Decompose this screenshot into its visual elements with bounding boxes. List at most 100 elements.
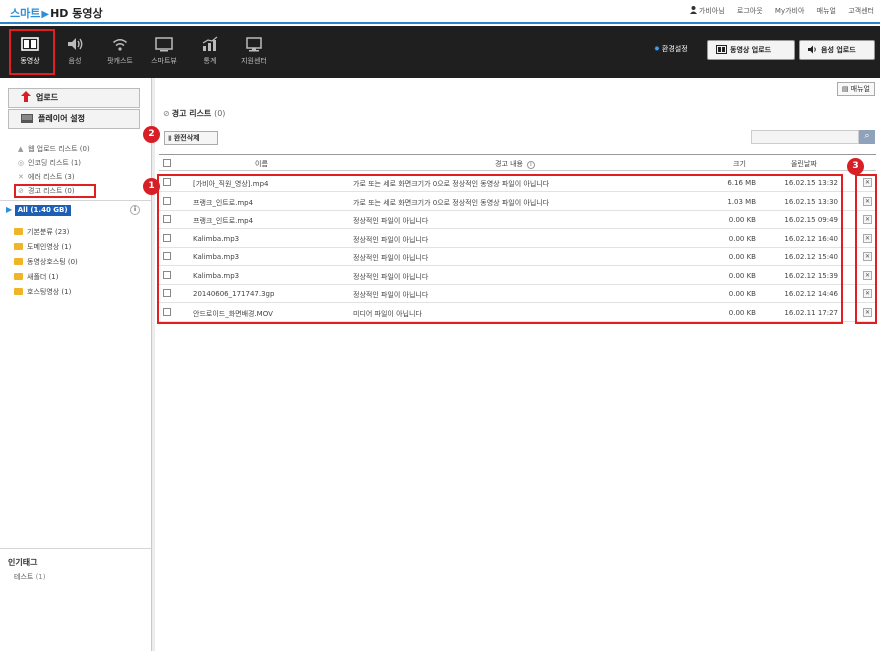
logout-link[interactable]: 로그아웃: [737, 7, 763, 15]
nav-support-label: 지원센터: [241, 57, 267, 65]
expand-arrow-icon: ▶: [6, 205, 13, 214]
col-size[interactable]: 크기: [733, 159, 746, 169]
upload-video-button[interactable]: 동영상 업로드: [707, 40, 795, 60]
callout-badge-3: 3: [847, 158, 864, 175]
page-title: ⊘ 경고 리스트 (0): [163, 108, 225, 119]
search-button[interactable]: ⌕: [859, 130, 875, 144]
info-icon[interactable]: i: [527, 161, 535, 169]
page-title-text: 경고 리스트: [171, 109, 212, 118]
popular-tags-title: 인기태그: [8, 558, 38, 567]
warning-icon: ⊘: [163, 109, 170, 118]
folder-label: 동영상호스팅 (0): [27, 258, 78, 266]
highlight-box-delete: [855, 174, 877, 324]
manual-button-label: 매뉴얼: [850, 85, 870, 93]
upload-audio-button[interactable]: 음성 업로드: [799, 40, 875, 60]
settings-link[interactable]: ✹ 환경설정: [654, 44, 688, 54]
col-content[interactable]: 경고 내용 i: [495, 159, 535, 169]
logo-arrow-icon: ▶: [41, 9, 50, 20]
error-list-link[interactable]: ✕ 에러 리스트 (3): [18, 170, 96, 184]
highlight-box-rows: [157, 174, 843, 324]
warning-list-label: 경고 리스트: [28, 187, 63, 195]
nav-podcast[interactable]: 팟캐스트: [98, 26, 142, 78]
table-header: 이름 경고 내용 i 크기 올린날짜: [159, 154, 876, 171]
folder-icon: [14, 228, 23, 235]
manual-link[interactable]: 매뉴얼: [817, 7, 836, 15]
speaker-small-icon: [808, 45, 816, 54]
doc-icon: ▤: [841, 85, 849, 93]
film-small-icon: [716, 45, 727, 54]
manual-button[interactable]: ▤ 매뉴얼: [836, 82, 875, 96]
film-icon: [21, 37, 39, 51]
app-logo[interactable]: 스마트▶HD 동영상: [10, 5, 103, 21]
folder-item[interactable]: 동영상호스팅 (0): [14, 255, 78, 270]
folder-label: 도메인영상 (1): [27, 243, 72, 251]
player-icon: [21, 114, 33, 123]
error-list-label: 에러 리스트: [28, 173, 63, 181]
upload-video-label: 동영상 업로드: [730, 46, 772, 54]
sidebar: 업로드 플레이어 설정 ▲ 웹 업로드 리스트 (0) ◎ 인코딩 리스트 (1) …: [0, 78, 152, 651]
warning-icon: ⊘: [18, 187, 24, 195]
all-folder-row[interactable]: ▶ All (1.40 GB) i: [6, 205, 140, 217]
web-upload-list-link[interactable]: ▲ 웹 업로드 리스트 (0): [18, 142, 96, 156]
player-settings-button[interactable]: 플레이어 설정: [8, 109, 140, 129]
nav-smartview-label: 스마트뷰: [151, 57, 177, 65]
folder-item[interactable]: 호스팅영상 (1): [14, 285, 78, 300]
info-icon[interactable]: i: [130, 205, 140, 215]
top-links: 가비아님 로그아웃 My가비아 매뉴얼 고객센터: [680, 6, 874, 16]
upload-audio-label: 음성 업로드: [821, 46, 856, 54]
user-link[interactable]: 가비아님: [689, 6, 725, 15]
folder-item[interactable]: 기본분류 (23): [14, 225, 78, 240]
support-link[interactable]: 고객센터: [848, 7, 874, 15]
search-input[interactable]: [751, 130, 859, 144]
tag-item[interactable]: 테스트 (1): [14, 572, 45, 582]
web-upload-list-label: 웹 업로드 리스트: [28, 145, 78, 153]
wifi-icon: [113, 39, 127, 51]
folder-label: 기본분류 (23): [27, 228, 70, 236]
logo-title-text: HD 동영상: [50, 7, 103, 20]
warning-list-count: (0): [64, 187, 75, 195]
folder-label: 호스팅영상 (1): [27, 288, 72, 296]
main-nav: 동영상 음성 팟캐스트 스마트뷰 통계 지원센터 ✹ 환경설정 동영상 업로드 음…: [0, 26, 880, 78]
permanent-delete-button[interactable]: ▮ 완전삭제: [164, 131, 218, 145]
logo-smart-text: 스마트: [10, 7, 41, 20]
trash-icon: ▮: [168, 134, 172, 142]
nav-audio-label: 음성: [68, 57, 82, 65]
settings-label: 환경설정: [661, 45, 688, 53]
search-icon: ⌕: [864, 131, 870, 141]
callout-badge-2: 2: [143, 126, 160, 143]
folder-item[interactable]: 새폴더 (1): [14, 270, 78, 285]
chart-icon: [202, 36, 218, 51]
speaker-icon: [68, 38, 83, 50]
upload-button[interactable]: 업로드: [8, 88, 140, 108]
main-content: ▤ 매뉴얼 ⊘ 경고 리스트 (0) ▮ 완전삭제 ⌕ 이름 경고 내용 i 크기 올…: [143, 78, 880, 651]
folder-icon: [14, 288, 23, 295]
select-all-checkbox[interactable]: [163, 159, 171, 167]
warning-list-link[interactable]: ⊘ 경고 리스트 (0): [14, 184, 96, 198]
encoding-list-link[interactable]: ◎ 인코딩 리스트 (1): [18, 156, 96, 170]
nav-audio[interactable]: 음성: [53, 26, 97, 78]
encode-icon: ◎: [18, 159, 25, 167]
error-list-count: (3): [64, 173, 75, 181]
nav-smartview[interactable]: 스마트뷰: [142, 26, 186, 78]
mygabia-link[interactable]: My가비아: [775, 7, 805, 15]
user-icon: [689, 6, 697, 14]
gear-icon: ✹: [654, 45, 660, 53]
nav-video-label: 동영상: [20, 57, 40, 65]
red-up-arrow-icon: [21, 91, 31, 102]
nav-support[interactable]: 지원센터: [232, 26, 276, 78]
col-name[interactable]: 이름: [255, 159, 268, 169]
col-date[interactable]: 올린날짜: [791, 159, 817, 169]
nav-podcast-label: 팟캐스트: [107, 57, 133, 65]
col-content-label: 경고 내용: [495, 160, 523, 168]
folder-icon: [14, 273, 23, 280]
folder-item[interactable]: 도메인영상 (1): [14, 240, 78, 255]
user-name: 가비아님: [698, 7, 725, 15]
top-bar: 스마트▶HD 동영상 가비아님 로그아웃 My가비아 매뉴얼 고객센터: [0, 0, 880, 24]
page-title-count: (0): [214, 109, 226, 118]
nav-stats[interactable]: 통계: [188, 26, 232, 78]
up-arrow-icon: ▲: [18, 145, 24, 153]
encoding-list-label: 인코딩 리스트: [28, 159, 69, 167]
nav-video[interactable]: 동영상: [8, 26, 55, 78]
tag-label: 테스트: [14, 573, 34, 581]
tag-count: (1): [35, 573, 46, 581]
